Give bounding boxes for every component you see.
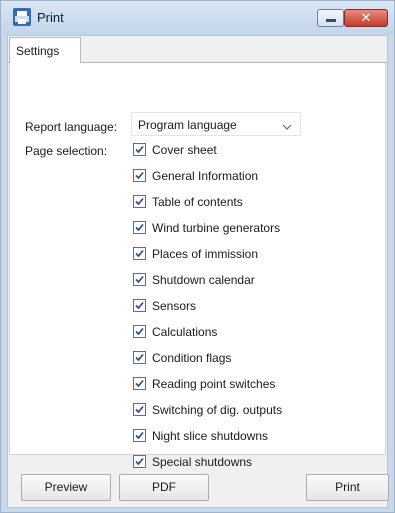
- report-language-label: Report language:: [25, 120, 118, 134]
- page-option-label: Table of contents: [152, 195, 243, 209]
- settings-panel: Report language: Program language Page s…: [9, 63, 386, 469]
- page-option-label: Sensors: [152, 299, 197, 313]
- page-option-checkbox[interactable]: [133, 221, 146, 234]
- report-language-select[interactable]: Program language: [131, 112, 301, 136]
- page-option-label: Places of immission: [152, 247, 259, 261]
- page-option-checkbox[interactable]: [133, 429, 146, 442]
- app-print-icon: [13, 8, 31, 26]
- page-option-label: Condition flags: [152, 351, 232, 365]
- page-option-checkbox[interactable]: [133, 169, 146, 182]
- page-option-label: Cover sheet: [152, 143, 217, 157]
- page-option-checkbox[interactable]: [133, 299, 146, 312]
- page-option-label: Special shutdowns: [152, 455, 253, 469]
- page-option-label: Switching of dig. outputs: [152, 403, 283, 417]
- print-dialog: Print ✕ Settings Report language: Progra…: [0, 0, 395, 513]
- dialog-body: Settings Report language: Program langua…: [7, 35, 389, 508]
- window-title: Print: [37, 10, 64, 25]
- page-option-label: Wind turbine generators: [152, 221, 281, 235]
- title-bar[interactable]: Print ✕: [1, 1, 394, 35]
- page-option-label: General Information: [152, 169, 259, 183]
- page-option-label: Calculations: [152, 325, 218, 339]
- page-option-label: Night slice shutdowns: [152, 429, 269, 443]
- close-button[interactable]: ✕: [344, 9, 388, 27]
- page-option-checkbox[interactable]: [133, 351, 146, 364]
- pdf-button[interactable]: PDF: [119, 474, 209, 501]
- chevron-down-icon: [282, 120, 292, 134]
- page-option-label: Reading point switches: [152, 377, 276, 391]
- page-option-checkbox[interactable]: [133, 325, 146, 338]
- page-option-checkbox[interactable]: [133, 273, 146, 286]
- report-language-value: Program language: [138, 118, 237, 132]
- page-selection-label: Page selection:: [25, 144, 108, 158]
- page-option-checkbox[interactable]: [133, 377, 146, 390]
- close-icon: ✕: [360, 10, 372, 25]
- print-button[interactable]: Print: [306, 474, 389, 501]
- page-option-label: Shutdown calendar: [152, 273, 255, 287]
- page-option-checkbox[interactable]: [133, 143, 146, 156]
- page-option-checkbox[interactable]: [133, 195, 146, 208]
- page-option-checkbox[interactable]: [133, 403, 146, 416]
- preview-button[interactable]: Preview: [21, 474, 111, 501]
- minimize-button[interactable]: [317, 9, 344, 27]
- page-option-checkbox[interactable]: [133, 247, 146, 260]
- tab-settings[interactable]: Settings: [9, 37, 81, 63]
- tab-settings-label: Settings: [16, 44, 60, 58]
- page-option-checkbox[interactable]: [133, 455, 146, 468]
